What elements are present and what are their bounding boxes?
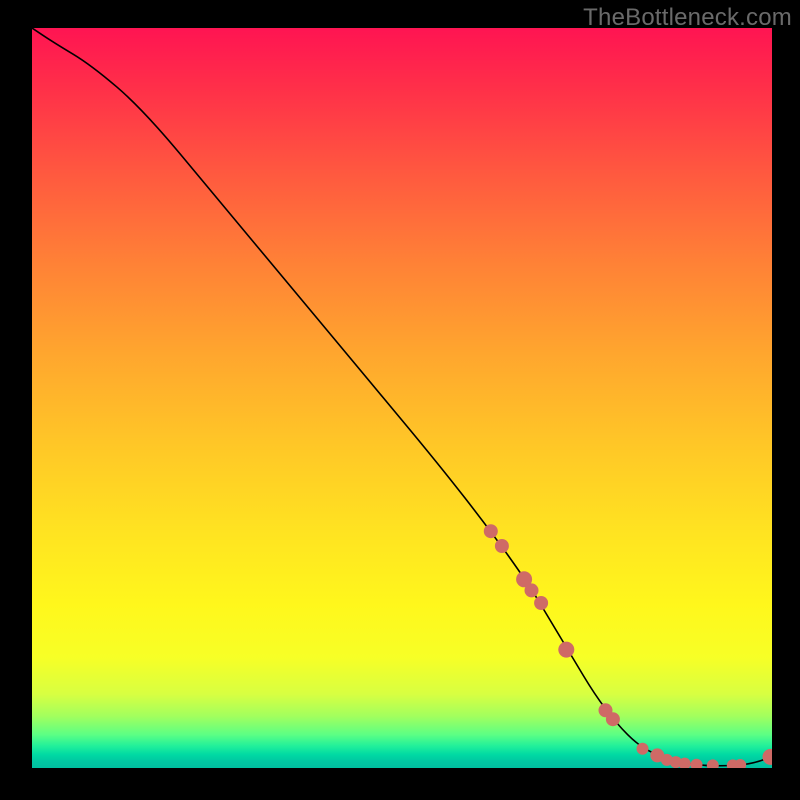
chart-frame: TheBottleneck.com	[0, 0, 800, 800]
data-dot	[637, 743, 649, 755]
data-dot	[558, 642, 574, 658]
data-dot	[763, 749, 773, 765]
data-dot	[707, 759, 719, 768]
data-dot	[525, 583, 539, 597]
data-dots-group	[484, 524, 772, 768]
data-dot	[495, 539, 509, 553]
data-dot	[534, 596, 548, 610]
data-dot	[606, 712, 620, 726]
bottleneck-curve	[32, 28, 772, 766]
watermark-text: TheBottleneck.com	[583, 4, 792, 32]
chart-svg	[32, 28, 772, 768]
data-dot	[484, 524, 498, 538]
data-dot	[691, 759, 703, 768]
plot-area	[32, 28, 772, 768]
